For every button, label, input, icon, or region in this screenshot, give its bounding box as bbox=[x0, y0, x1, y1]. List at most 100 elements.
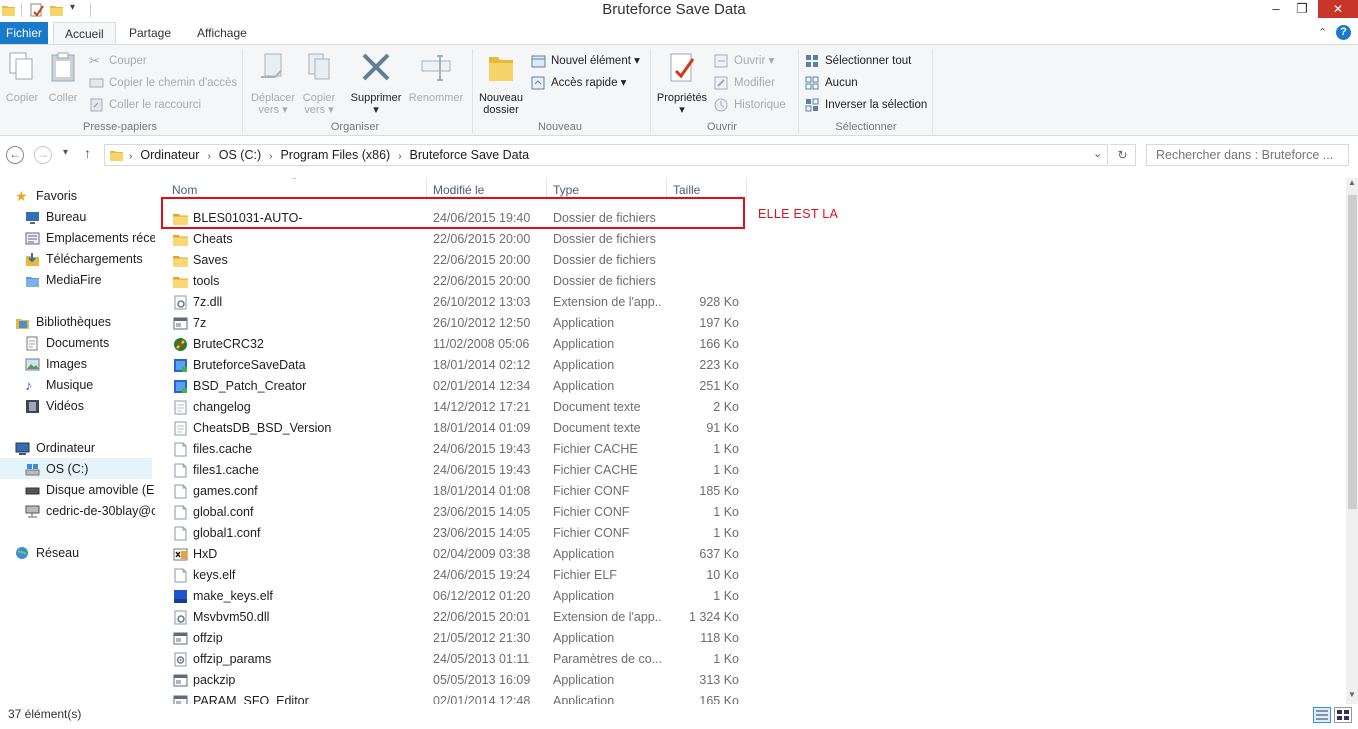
file-name: BSD_Patch_Creator bbox=[193, 379, 307, 393]
tab-partage[interactable]: Partage bbox=[118, 22, 182, 44]
file-row[interactable]: Msvbvm50.dll 22/06/2015 20:01 Extension de… bbox=[155, 607, 755, 628]
refresh-button[interactable]: ↻ bbox=[1110, 144, 1136, 166]
breadcrumb-program-files[interactable]: Program Files (x86) bbox=[280, 148, 390, 162]
address-dropdown-icon[interactable]: ⌄ bbox=[1093, 147, 1102, 160]
select-all-button[interactable]: Sélectionner tout bbox=[805, 51, 911, 71]
file-row[interactable]: packzip 05/05/2013 16:09 Application 313 Ko bbox=[155, 670, 755, 691]
tab-accueil[interactable]: Accueil bbox=[53, 22, 116, 45]
move-to-button[interactable]: Déplacer vers ▾ bbox=[248, 51, 298, 116]
ribbon-separator bbox=[798, 49, 799, 133]
tab-affichage[interactable]: Affichage bbox=[186, 22, 258, 44]
file-modified-date: 22/06/2015 20:00 bbox=[433, 253, 531, 267]
invert-selection-button[interactable]: Inverser la sélection bbox=[805, 95, 927, 115]
file-modified-date: 02/01/2014 12:34 bbox=[433, 379, 531, 393]
search-input[interactable] bbox=[1146, 144, 1349, 166]
address-box[interactable]: › Ordinateur › OS (C:) › Program Files (x86) ›… bbox=[104, 144, 1108, 166]
file-row[interactable]: BSD_Patch_Creator 02/01/2014 12:34 Applica… bbox=[155, 376, 755, 397]
group-label-select: Sélectionner bbox=[835, 121, 897, 133]
collapse-ribbon-icon[interactable]: ⌃ bbox=[1318, 26, 1327, 39]
maximize-button[interactable]: ❐ bbox=[1288, 0, 1316, 18]
file-row[interactable]: files.cache 24/06/2015 19:43 Fichier CACHE… bbox=[155, 439, 755, 460]
file-row[interactable]: offzip 21/05/2012 21:30 Application 118 Ko bbox=[155, 628, 755, 649]
scroll-up-icon[interactable]: ▲ bbox=[1348, 178, 1356, 187]
edit-icon bbox=[714, 76, 728, 90]
large-icons-view-button[interactable] bbox=[1334, 707, 1352, 723]
properties-button[interactable]: Propriétés ▾ bbox=[653, 51, 711, 116]
app-icon bbox=[173, 317, 188, 330]
easy-access-button[interactable]: Accès rapide ▾ bbox=[531, 73, 626, 93]
up-arrow-icon[interactable]: ↑ bbox=[84, 145, 91, 161]
breadcrumb-current-folder[interactable]: Bruteforce Save Data bbox=[410, 148, 530, 162]
file-name: tools bbox=[193, 274, 220, 288]
file-row[interactable]: BruteCRC32 11/02/2008 05:06 Application 166… bbox=[155, 334, 755, 355]
back-button[interactable]: ← bbox=[6, 146, 24, 164]
cut-button[interactable]: ✂ Couper bbox=[89, 51, 147, 71]
file-row[interactable]: CheatsDB_BSD_Version 18/01/2014 01:09 Docu… bbox=[155, 418, 755, 439]
file-size: 1 Ko bbox=[713, 463, 739, 477]
scissors-icon: ✂ bbox=[89, 53, 100, 68]
file-modified-date: 23/06/2015 14:05 bbox=[433, 505, 531, 519]
file-row[interactable]: PARAM_SFO_Editor 02/01/2014 12:48 Applicat… bbox=[155, 691, 755, 704]
delete-button[interactable]: Supprimer ▾ bbox=[348, 51, 404, 116]
copy-button[interactable]: Copier bbox=[3, 51, 41, 104]
paste-shortcut-button[interactable]: Coller le raccourci bbox=[89, 95, 201, 115]
breadcrumb-chevron-icon: › bbox=[398, 151, 402, 162]
file-row[interactable]: global.conf 23/06/2015 14:05 Fichier CONF 1… bbox=[155, 502, 755, 523]
file-name: make_keys.elf bbox=[193, 589, 273, 603]
file-name: offzip bbox=[193, 631, 223, 645]
file-size: 313 Ko bbox=[699, 673, 739, 687]
bsd-icon bbox=[174, 359, 187, 372]
file-row[interactable]: offzip_params 24/05/2013 01:11 Paramètres … bbox=[155, 649, 755, 670]
file-row[interactable]: BruteforceSaveData 18/01/2014 02:12 Applic… bbox=[155, 355, 755, 376]
file-row[interactable]: HxD 02/04/2009 03:38 Application 637 Ko bbox=[155, 544, 755, 565]
help-icon[interactable]: ? bbox=[1336, 25, 1351, 40]
file-modified-date: 26/10/2012 12:50 bbox=[433, 316, 531, 330]
scroll-down-icon[interactable]: ▼ bbox=[1348, 690, 1356, 699]
rename-button[interactable]: Renommer bbox=[406, 51, 466, 104]
file-modified-date: 06/12/2012 01:20 bbox=[433, 589, 531, 603]
refresh-icon: ↻ bbox=[1117, 148, 1128, 162]
breadcrumb-os-drive[interactable]: OS (C:) bbox=[219, 148, 261, 162]
new-item-button[interactable]: Nouvel élément ▾ bbox=[531, 51, 640, 71]
paste-button[interactable]: Coller bbox=[45, 51, 81, 104]
file-type: Application bbox=[553, 358, 615, 372]
copy-to-button[interactable]: Copier vers ▾ bbox=[298, 51, 340, 116]
file-row[interactable]: games.conf 18/01/2014 01:08 Fichier CONF 18… bbox=[155, 481, 755, 502]
file-row[interactable]: Cheats 22/06/2015 20:00 Dossier de fichier… bbox=[155, 229, 755, 250]
copy-path-button[interactable]: Copier le chemin d'accès bbox=[89, 73, 237, 93]
history-button[interactable]: Historique bbox=[714, 95, 786, 115]
breadcrumb-ordinateur[interactable]: Ordinateur bbox=[140, 148, 199, 162]
bsd-icon bbox=[174, 380, 187, 393]
file-row[interactable]: global1.conf 23/06/2015 14:05 Fichier CONF… bbox=[155, 523, 755, 544]
tab-fichier[interactable]: Fichier bbox=[0, 22, 48, 44]
select-none-button[interactable]: Aucun bbox=[805, 73, 858, 93]
details-view-button[interactable] bbox=[1313, 707, 1331, 723]
file-size: 165 Ko bbox=[699, 694, 739, 704]
file-row[interactable]: keys.elf 24/06/2015 19:24 Fichier ELF 10 Ko bbox=[155, 565, 755, 586]
minimize-button[interactable]: – bbox=[1262, 0, 1290, 18]
new-folder-button[interactable]: Nouveau dossier bbox=[476, 51, 526, 116]
edit-button[interactable]: Modifier bbox=[714, 73, 775, 93]
open-button[interactable]: Ouvrir ▾ bbox=[714, 51, 774, 71]
file-row[interactable]: make_keys.elf 06/12/2012 01:20 Application… bbox=[155, 586, 755, 607]
file-modified-date: 18/01/2014 01:09 bbox=[433, 421, 531, 435]
file-name: 7z.dll bbox=[193, 295, 223, 309]
mediafire-icon bbox=[26, 277, 39, 287]
star-icon: ★ bbox=[15, 188, 28, 204]
scrollbar-thumb[interactable] bbox=[1348, 195, 1357, 509]
close-button[interactable]: ✕ bbox=[1318, 0, 1358, 18]
file-row[interactable]: 7z 26/10/2012 12:50 Application 197 Ko bbox=[155, 313, 755, 334]
file-row[interactable]: Saves 22/06/2015 20:00 Dossier de fichiers bbox=[155, 250, 755, 271]
dll-icon bbox=[174, 610, 187, 625]
file-row[interactable]: files1.cache 24/06/2015 19:43 Fichier CACH… bbox=[155, 460, 755, 481]
column-divider[interactable] bbox=[746, 178, 747, 200]
recent-locations-icon[interactable]: ▾ bbox=[63, 147, 68, 158]
file-row[interactable]: tools 22/06/2015 20:00 Dossier de fichiers bbox=[155, 271, 755, 292]
easy-access-icon bbox=[531, 76, 545, 90]
ribbon-separator bbox=[242, 49, 243, 133]
folder-icon bbox=[173, 235, 188, 246]
file-name: files1.cache bbox=[193, 463, 260, 477]
forward-button[interactable]: → bbox=[34, 146, 52, 164]
file-row[interactable]: changelog 14/12/2012 17:21 Document texte 2… bbox=[155, 397, 755, 418]
file-row[interactable]: 7z.dll 26/10/2012 13:03 Extension de l'app… bbox=[155, 292, 755, 313]
